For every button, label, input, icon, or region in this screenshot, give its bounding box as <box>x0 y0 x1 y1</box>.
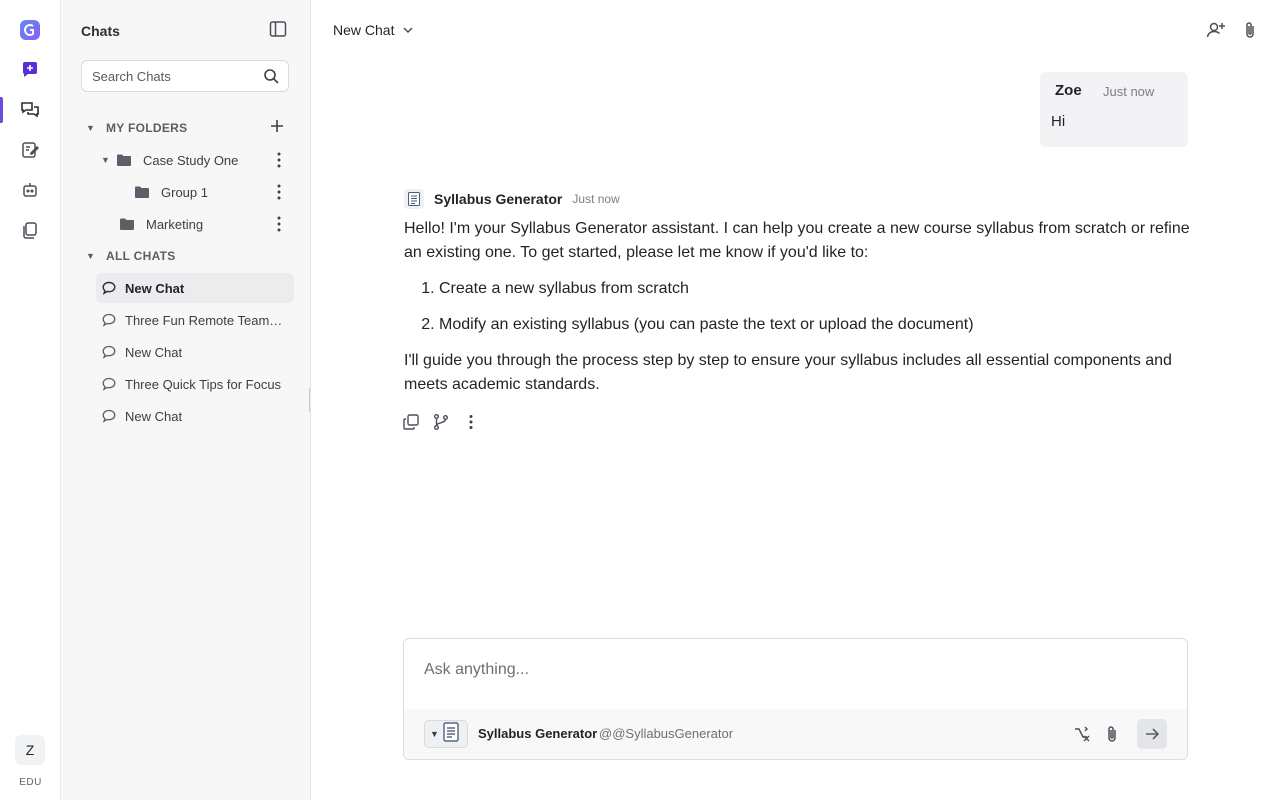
chat-title-dropdown[interactable]: New Chat <box>333 22 414 38</box>
agent-name: Syllabus Generator <box>478 726 598 741</box>
notes-icon[interactable] <box>14 134 46 166</box>
user-message: Zoe Just now Hi <box>1040 72 1188 147</box>
chat-item[interactable]: New Chat <box>96 337 294 367</box>
disable-tools-icon[interactable] <box>1073 725 1091 743</box>
caret-down-icon: ▼ <box>101 155 110 165</box>
folder-marketing[interactable]: Marketing <box>120 211 203 237</box>
folder-menu-icon[interactable] <box>271 182 287 202</box>
folder-label: Group 1 <box>161 184 208 200</box>
user-name: Zoe <box>1055 82 1082 99</box>
more-options-icon[interactable] <box>462 413 480 431</box>
caret-down-icon: ▼ <box>430 729 439 739</box>
chat-bubble-icon <box>102 345 116 359</box>
copy-icon[interactable] <box>402 413 420 431</box>
chat-item[interactable]: New Chat <box>96 273 294 303</box>
arrow-right-icon <box>1146 728 1160 740</box>
chat-item-label: New Chat <box>125 408 183 424</box>
syllabus-document-icon <box>443 721 459 747</box>
folder-icon <box>117 154 131 166</box>
message-text: Hi <box>1051 113 1066 130</box>
bot-intro: Hello! I'm your Syllabus Generator assis… <box>404 220 1190 261</box>
app-logo-icon[interactable] <box>14 14 46 46</box>
attachment-icon[interactable] <box>1104 725 1122 743</box>
all-chats-label: ALL CHATS <box>106 249 176 263</box>
syllabus-document-icon <box>404 189 424 209</box>
files-icon[interactable] <box>14 214 46 246</box>
chat-title: New Chat <box>333 22 395 38</box>
folder-case-study-one[interactable]: ▼ Case Study One <box>101 147 238 173</box>
list-item: Modify an existing syllabus (you can pas… <box>439 313 1194 337</box>
message-time: Just now <box>1103 84 1155 99</box>
chat-item[interactable]: New Chat <box>96 401 294 431</box>
chat-bubble-icon <box>102 313 116 327</box>
my-folders-label: MY FOLDERS <box>106 121 188 135</box>
chat-bubble-icon <box>102 281 116 295</box>
active-indicator <box>0 97 3 123</box>
chats-icon[interactable] <box>14 94 46 126</box>
list-item: Create a new syllabus from scratch <box>439 277 1194 301</box>
branch-icon[interactable] <box>432 413 450 431</box>
chat-item[interactable]: Three Fun Remote Team Building Activitie… <box>96 305 294 335</box>
bot-name: Syllabus Generator <box>434 191 563 207</box>
agent-selector[interactable]: ▼ <box>424 720 468 748</box>
send-button[interactable] <box>1137 719 1167 749</box>
bot-options-list: Create a new syllabus from scratch Modif… <box>404 277 1194 337</box>
user-avatar[interactable]: Z <box>15 735 45 765</box>
folder-label: Marketing <box>146 216 204 232</box>
message-time: Just now <box>572 192 620 206</box>
search-input[interactable] <box>82 61 252 91</box>
composer-toolbar: ▼ Syllabus Generator @@SyllabusGenerator <box>404 709 1187 759</box>
my-folders-header[interactable]: ▼ MY FOLDERS <box>81 118 187 138</box>
folder-group-1[interactable]: Group 1 <box>135 179 208 205</box>
folder-icon <box>135 186 149 198</box>
chat-bubble-icon <box>102 377 116 391</box>
chat-bubble-icon <box>102 409 116 423</box>
new-chat-icon[interactable] <box>14 54 46 86</box>
bot-outro: I'll guide you through the process step … <box>404 352 1172 393</box>
message-input[interactable] <box>424 661 1164 679</box>
add-user-icon[interactable] <box>1206 20 1226 40</box>
folder-label: Case Study One <box>143 152 239 168</box>
folder-menu-icon[interactable] <box>271 150 287 170</box>
chat-item-label: Three Quick Tips for Focus <box>125 376 282 392</box>
sidebar-title: Chats <box>81 23 120 39</box>
chat-item-label: New Chat <box>125 280 185 296</box>
bot-message-body: Hello! I'm your Syllabus Generator assis… <box>404 217 1194 397</box>
message-actions <box>402 413 492 431</box>
caret-down-icon: ▼ <box>86 251 96 261</box>
chats-sidebar: Chats ▼ MY FOLDERS ▼ Case Study One Grou… <box>61 0 311 800</box>
bots-icon[interactable] <box>14 174 46 206</box>
attachment-icon[interactable] <box>1242 20 1262 40</box>
agent-handle: @@SyllabusGenerator <box>599 726 734 741</box>
chat-item[interactable]: Three Quick Tips for Focus <box>96 369 294 399</box>
folder-menu-icon[interactable] <box>271 214 287 234</box>
search-box <box>81 60 289 92</box>
bot-message-header: Syllabus Generator Just now <box>404 189 620 209</box>
search-icon[interactable] <box>263 68 279 84</box>
caret-down-icon: ▼ <box>86 123 96 133</box>
all-chats-header[interactable]: ▼ ALL CHATS <box>81 246 176 266</box>
sidebar-toggle-icon[interactable] <box>269 20 289 40</box>
sidebar-resize-handle[interactable] <box>309 388 312 412</box>
org-label: EDU <box>19 777 42 788</box>
app-rail: Z EDU <box>0 0 61 800</box>
chevron-down-icon <box>403 27 413 34</box>
message-composer: ▼ Syllabus Generator @@SyllabusGenerator <box>403 638 1188 760</box>
add-folder-icon[interactable] <box>269 118 289 138</box>
chat-item-label: New Chat <box>125 344 183 360</box>
folder-icon <box>120 218 134 230</box>
chat-item-label: Three Fun Remote Team Building Activitie… <box>125 312 285 328</box>
